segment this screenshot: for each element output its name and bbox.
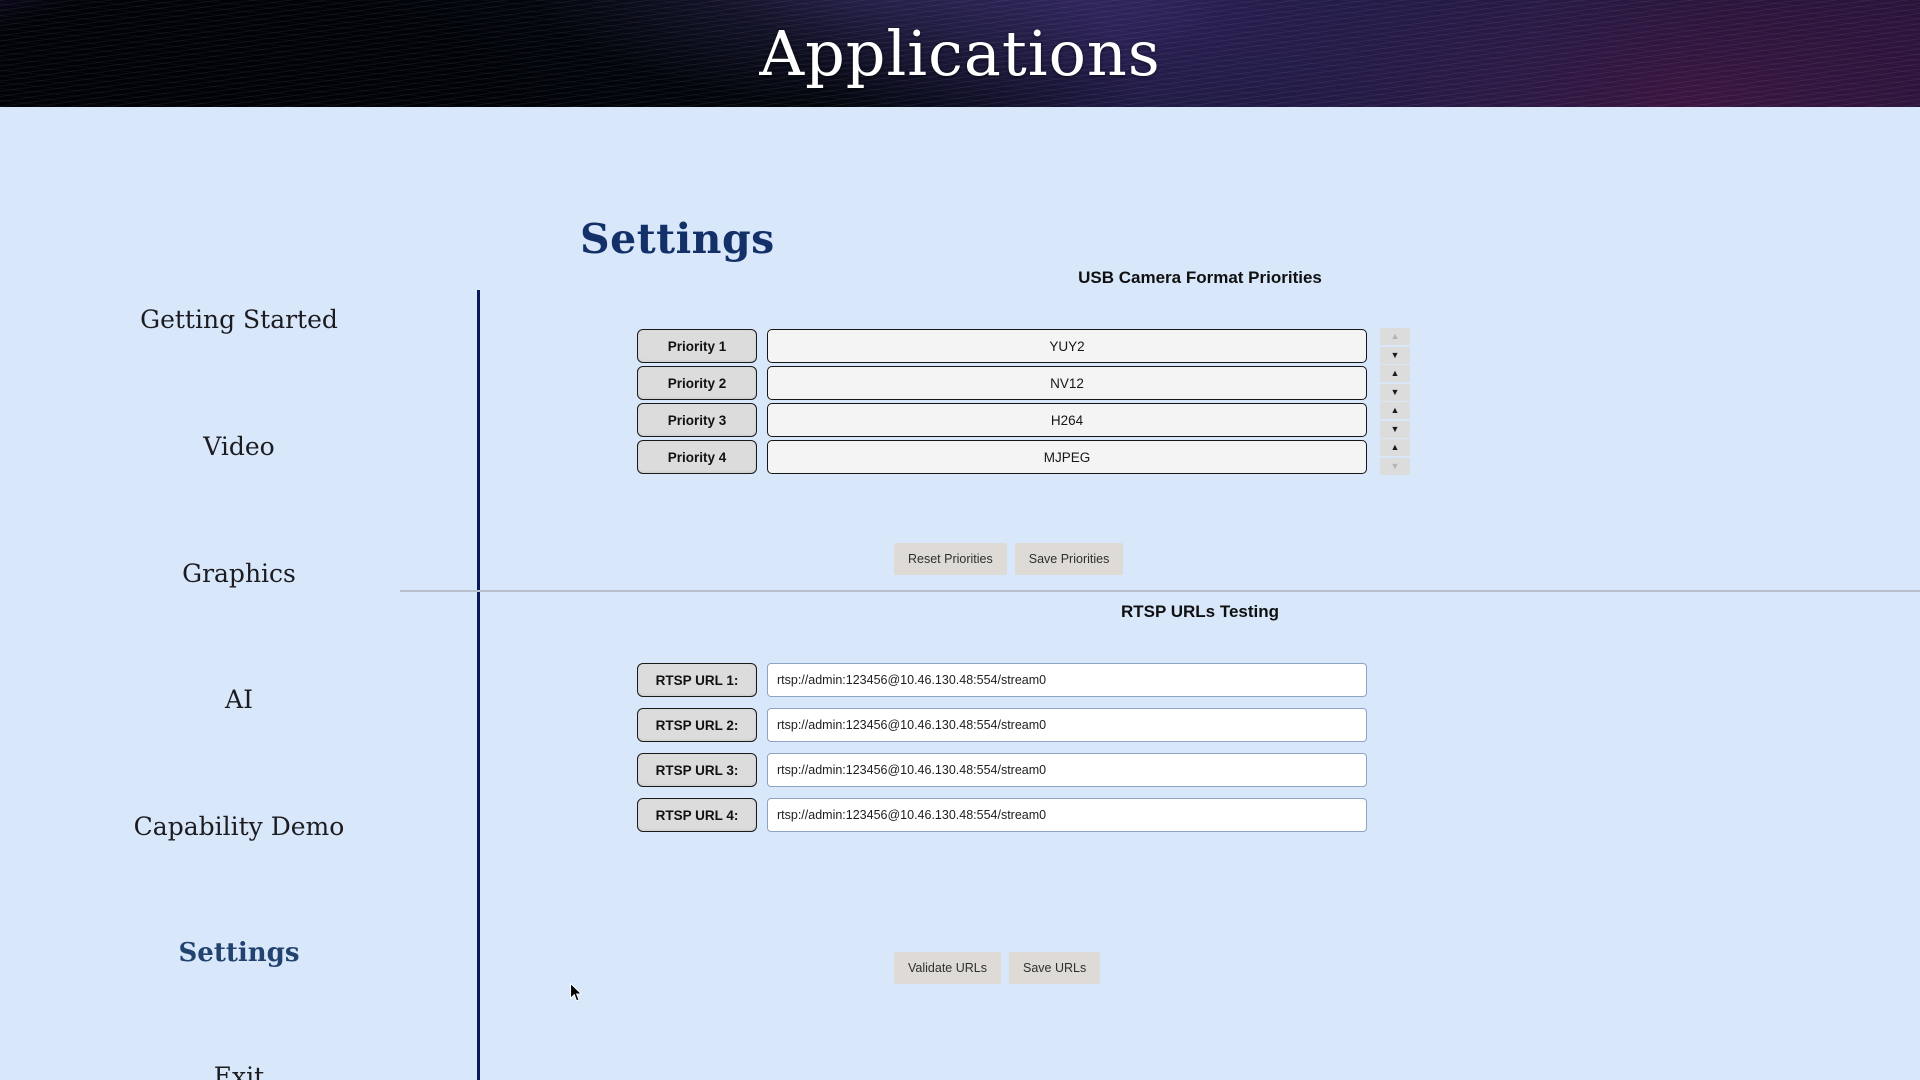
reorder-arrows: ▲ ▼: [1380, 439, 1410, 475]
rtsp-action-buttons: Validate URLs Save URLs: [894, 952, 1101, 984]
move-up-icon[interactable]: ▲: [1380, 365, 1410, 382]
rtsp-url-input-1[interactable]: rtsp://admin:123456@10.46.130.48:554/str…: [767, 663, 1367, 697]
sidebar-item-video[interactable]: Video: [0, 432, 478, 461]
page-body: Settings Getting Started Video Graphics AI C…: [0, 107, 1920, 1080]
format-value-1[interactable]: YUY2: [767, 329, 1367, 363]
rtsp-url-row: RTSP URL 2: rtsp://admin:123456@10.46.130…: [637, 708, 1367, 742]
rtsp-save-urls-button[interactable]: Save URLs: [1008, 952, 1101, 984]
priority-row: Priority 4 MJPEG ▲ ▼: [637, 439, 1410, 475]
sidebar-item-graphics[interactable]: Graphics: [0, 559, 478, 588]
priority-row: Priority 2 NV12 ▲ ▼: [637, 365, 1410, 401]
settings-content: USB Camera Format Priorities Priority 1 Y…: [400, 268, 1920, 1080]
app-title: Applications: [759, 17, 1161, 90]
move-up-icon[interactable]: ▲: [1380, 439, 1410, 456]
usb-reset-priorities-button[interactable]: Reset Priorities: [894, 543, 1007, 575]
format-value-4[interactable]: MJPEG: [767, 440, 1367, 474]
page-title: Settings: [580, 215, 775, 263]
sidebar-item-settings[interactable]: Settings: [0, 938, 478, 968]
sidebar-item-capability-demo[interactable]: Capability Demo: [0, 812, 478, 841]
move-down-icon[interactable]: ▼: [1380, 421, 1410, 438]
sidebar-item-ai[interactable]: AI: [0, 685, 478, 714]
rtsp-url-label-1[interactable]: RTSP URL 1:: [637, 663, 757, 697]
rtsp-url-row: RTSP URL 4: rtsp://admin:123456@10.46.130…: [637, 798, 1367, 832]
sidebar-item-exit[interactable]: Exit: [0, 1062, 478, 1080]
move-up-icon[interactable]: ▲: [1380, 402, 1410, 419]
rtsp-url-input-3[interactable]: rtsp://admin:123456@10.46.130.48:554/str…: [767, 753, 1367, 787]
rtsp-url-label-3[interactable]: RTSP URL 3:: [637, 753, 757, 787]
priority-row: Priority 1 YUY2 ▲ ▼: [637, 328, 1410, 364]
sidebar-nav: Getting Started Video Graphics AI Capability…: [0, 287, 478, 1080]
format-value-3[interactable]: H264: [767, 403, 1367, 437]
move-down-icon[interactable]: ▼: [1380, 384, 1410, 401]
reorder-arrows: ▲ ▼: [1380, 365, 1410, 401]
usb-save-priorities-button[interactable]: Save Priorities: [1014, 543, 1124, 575]
usb-section-title: USB Camera Format Priorities: [1078, 268, 1322, 287]
priority-label-2[interactable]: Priority 2: [637, 366, 757, 400]
rtsp-url-label-4[interactable]: RTSP URL 4:: [637, 798, 757, 832]
usb-action-buttons: Reset Priorities Save Priorities: [894, 543, 1124, 575]
priority-row: Priority 3 H264 ▲ ▼: [637, 402, 1410, 438]
sidebar-item-getting-started[interactable]: Getting Started: [0, 305, 478, 334]
rtsp-url-row: RTSP URL 3: rtsp://admin:123456@10.46.130…: [637, 753, 1367, 787]
move-down-icon[interactable]: ▼: [1380, 347, 1410, 364]
rtsp-validate-urls-button[interactable]: Validate URLs: [894, 952, 1001, 984]
rtsp-url-label-2[interactable]: RTSP URL 2:: [637, 708, 757, 742]
rtsp-url-input-4[interactable]: rtsp://admin:123456@10.46.130.48:554/str…: [767, 798, 1367, 832]
rtsp-section-title: RTSP URLs Testing: [1120, 602, 1280, 621]
priority-label-3[interactable]: Priority 3: [637, 403, 757, 437]
format-value-2[interactable]: NV12: [767, 366, 1367, 400]
move-down-icon: ▼: [1380, 458, 1410, 475]
reorder-arrows: ▲ ▼: [1380, 402, 1410, 438]
rtsp-url-row: RTSP URL 1: rtsp://admin:123456@10.46.130…: [637, 663, 1367, 697]
app-header-banner: Applications: [0, 0, 1920, 107]
move-up-icon: ▲: [1380, 328, 1410, 345]
priority-label-1[interactable]: Priority 1: [637, 329, 757, 363]
priority-label-4[interactable]: Priority 4: [637, 440, 757, 474]
reorder-arrows: ▲ ▼: [1380, 328, 1410, 364]
section-divider: [400, 590, 1920, 592]
rtsp-url-input-2[interactable]: rtsp://admin:123456@10.46.130.48:554/str…: [767, 708, 1367, 742]
